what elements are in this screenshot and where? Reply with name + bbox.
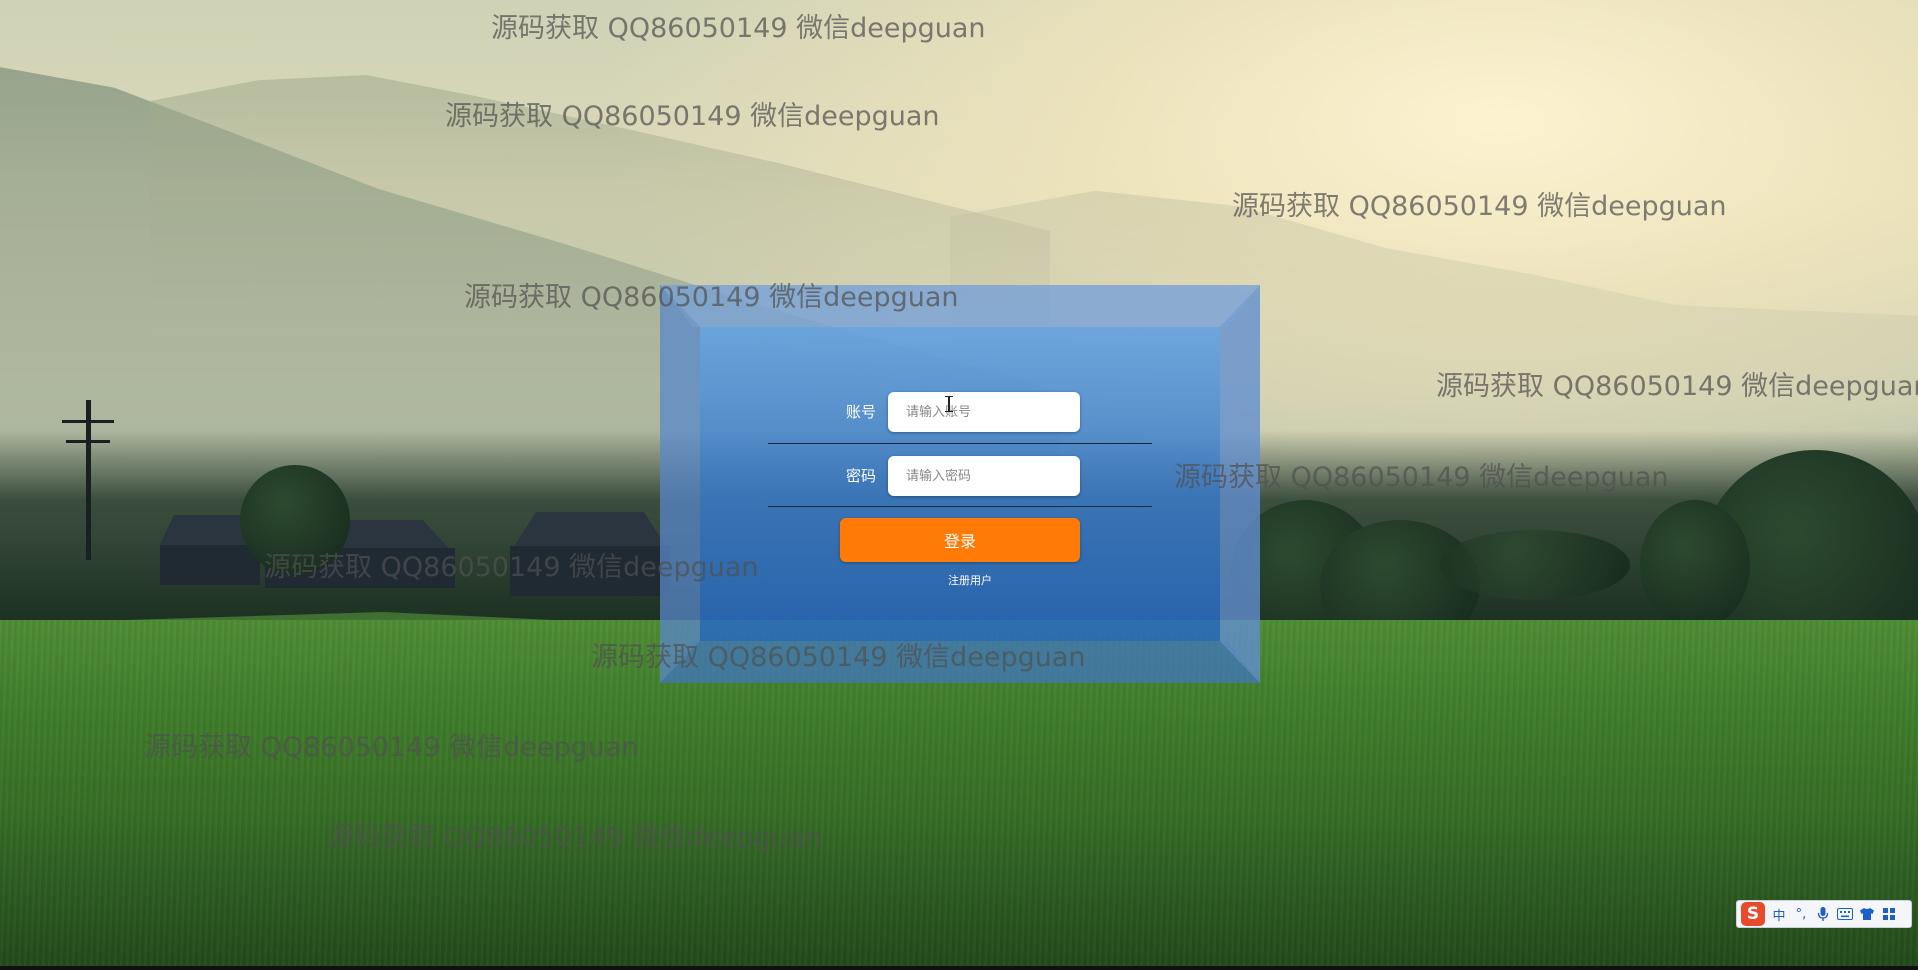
ime-toolbar: S 中 °, — [1736, 900, 1912, 928]
ime-punctuation-toggle[interactable]: °, — [1793, 904, 1809, 924]
login-panel-bevel-bottom — [660, 641, 1260, 683]
mic-icon[interactable] — [1815, 904, 1831, 924]
sogou-logo-icon[interactable]: S — [1741, 902, 1765, 926]
login-panel-bevel-top — [660, 285, 1260, 327]
password-label: 密码 — [846, 467, 877, 485]
login-button[interactable]: 登录 — [840, 518, 1080, 562]
login-panel-bevel-left — [660, 285, 700, 683]
house — [510, 546, 670, 596]
password-divider — [768, 506, 1152, 507]
login-page: 账号 密码 登录 注册用户 源码获取 QQ86050149 微信deepguan… — [0, 0, 1918, 970]
account-input[interactable] — [888, 392, 1080, 432]
tree — [1640, 500, 1750, 630]
ime-mode-toggle[interactable]: 中 — [1771, 904, 1787, 924]
password-input[interactable] — [888, 456, 1080, 496]
account-label: 账号 — [846, 403, 877, 421]
house — [160, 545, 260, 585]
account-divider — [768, 443, 1152, 444]
page-bottom-edge — [0, 966, 1918, 970]
utility-pole — [66, 440, 110, 443]
keyboard-icon[interactable] — [1837, 904, 1853, 924]
tree — [240, 465, 350, 575]
utility-pole — [62, 420, 114, 423]
text-cursor-icon — [945, 396, 953, 412]
tree — [1440, 530, 1630, 600]
shirt-icon[interactable] — [1859, 904, 1875, 924]
utility-pole — [86, 400, 91, 560]
register-link[interactable]: 注册用户 — [930, 572, 1010, 588]
login-panel-bevel-right — [1220, 285, 1260, 683]
grid-icon[interactable] — [1881, 904, 1897, 924]
